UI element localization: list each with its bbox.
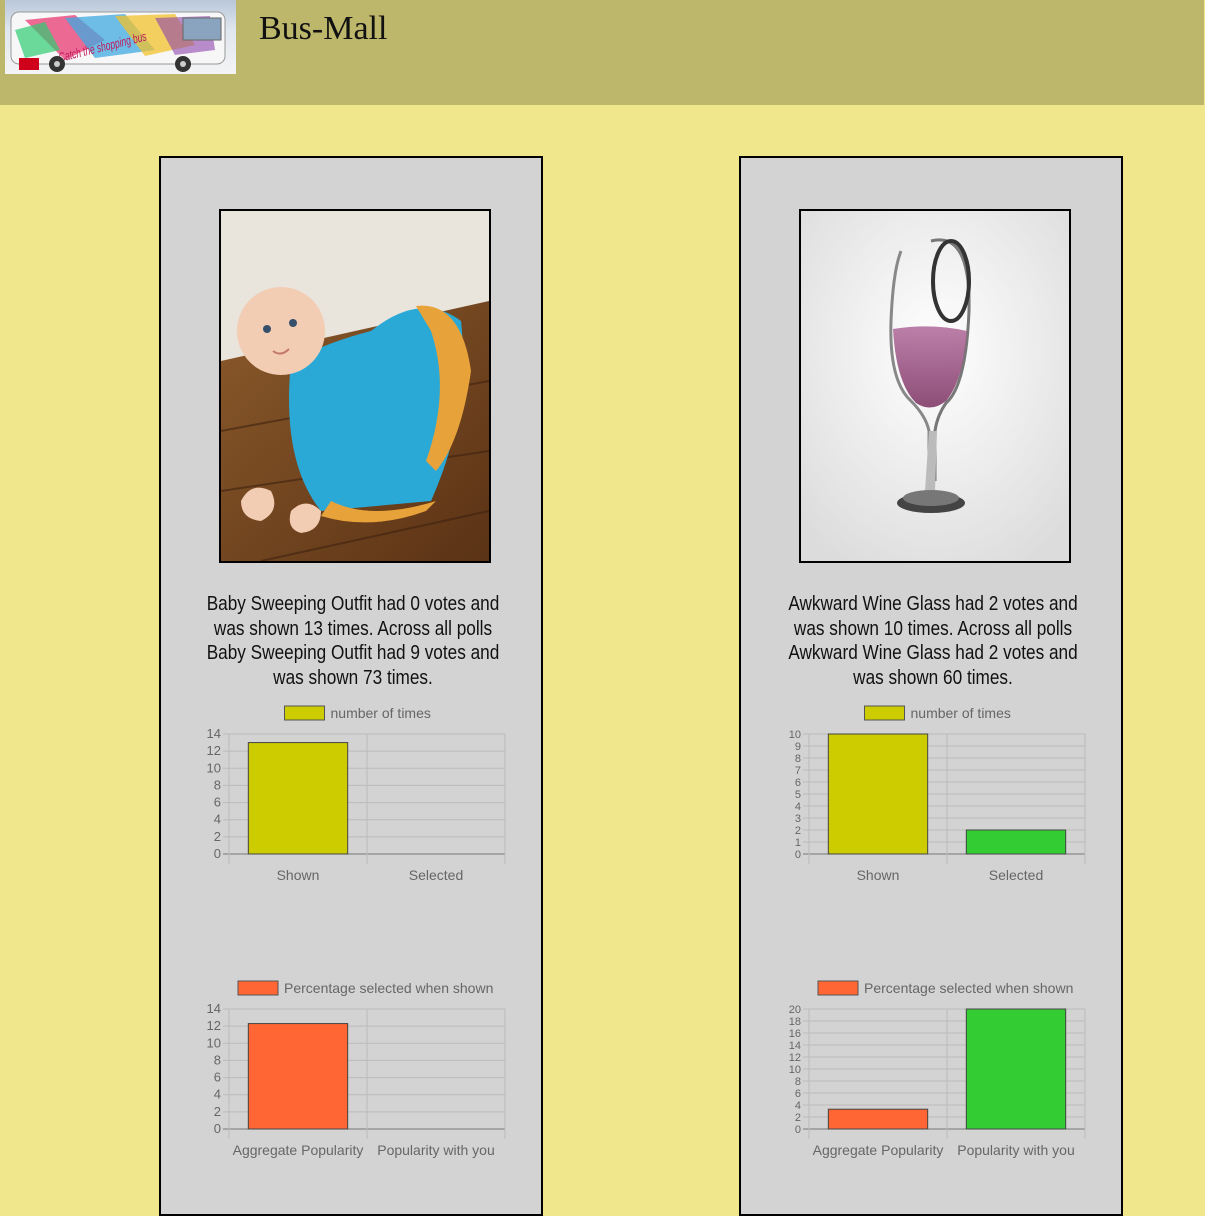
chart-times-shown-left-y-tick-label: 6 [214,795,221,810]
chart-popularity-right: Percentage selected when shown2018161412… [789,980,1086,1158]
bus-logo-image: Catch the shopping bus [5,0,236,74]
chart-popularity-right-y-tick-label: 0 [795,1124,801,1136]
product-caption: Baby Sweeping Outfit had 0 votes and was… [206,593,500,689]
chart-times-shown-left-bar-shown[interactable] [247,742,349,855]
chart-times-shown-right-legend-label: number of times [911,705,1011,721]
chart-times-shown-right-y-tick-label: 1 [795,837,801,849]
chart-popularity-right-y-tick-label: 6 [795,1088,801,1100]
chart-times-shown-left-y-tick-label: 14 [207,726,221,741]
chart-popularity-right-category-label: Aggregate Popularity [813,1142,944,1158]
bus-icon: Catch the shopping bus [10,11,226,72]
chart-popularity-right-y-tick-label: 8 [795,1076,801,1088]
chart-times-shown-left-legend-swatch[interactable] [284,705,325,721]
site-title: Bus-Mall [259,10,388,47]
site-header: Catch the shopping bus Bus-Mall [0,0,1204,105]
chart-popularity-right-y-tick-label: 4 [795,1100,801,1112]
chart-popularity-right-y-tick-label: 14 [789,1040,801,1052]
chart-times-shown-right-y-tick-label: 9 [795,741,801,753]
chart-popularity-left-legend-label: Percentage selected when shown [284,980,493,996]
chart-times-shown-left: number of times 14 12 10 8 6 4 2 0 Shown Selected [207,705,506,883]
chart-popularity-left-bar-aggregate-popularity[interactable] [247,1023,349,1130]
product-caption: Awkward Wine Glass had 2 votes and was s… [788,593,1078,689]
chart-times-shown-right-legend-swatch[interactable] [864,705,905,721]
chart-popularity-right-legend-swatch[interactable] [817,980,859,996]
chart-popularity-left-legend-swatch[interactable] [237,980,279,996]
wine-glass-image[interactable] [799,209,1071,563]
chart-popularity-left-y-tick-label: 0 [214,1121,221,1136]
chart-times-shown-right-bar-shown[interactable] [827,733,929,855]
chart-popularity-left-y-tick-label: 4 [214,1087,221,1102]
chart-popularity-right-y-tick-label: 18 [789,1016,801,1028]
chart-popularity-right-y-tick-label: 16 [789,1028,801,1040]
chart-popularity-left-category-label: Popularity with you [377,1142,495,1158]
chart-popularity-left: Percentage selected when shown 14 12 10 8 6 4 2… [207,980,506,1158]
chart-times-shown-right-y-tick-label: 0 [795,849,801,861]
chart-popularity-right-category-label: Popularity with you [957,1142,1075,1158]
chart-times-shown-right-category-label: Shown [857,867,900,883]
chart-popularity-left-y-tick-label: 8 [214,1052,221,1067]
product-card-awkward-wine-glass: Awkward Wine Glass had 2 votes and was s… [739,156,1123,1216]
chart-times-shown-right-y-tick-label: 7 [795,765,801,777]
chart-popularity-right-legend-label: Percentage selected when shown [864,980,1073,996]
chart-times-shown-left-y-tick-label: 10 [207,760,221,775]
chart-popularity-left-y-tick-label: 14 [207,1001,221,1016]
chart-popularity-left-y-tick-label: 2 [214,1104,221,1119]
chart-times-shown-right-y-tick-label: 3 [795,813,801,825]
chart-times-shown-left-y-tick-label: 12 [207,743,221,758]
chart-popularity-right-y-tick-label: 20 [789,1004,801,1016]
chart-times-shown-right-bar-selected[interactable] [965,829,1067,855]
chart-times-shown-left-category-label: Shown [277,867,320,883]
chart-times-shown-left-y-tick-label: 0 [214,846,221,861]
product-card-baby-sweeping-outfit: Baby Sweeping Outfit had 0 votes and was… [159,156,543,1216]
chart-popularity-left-y-tick-label: 12 [207,1018,221,1033]
chart-popularity-left-category-label: Aggregate Popularity [233,1142,364,1158]
chart-times-shown-left-y-tick-label: 8 [214,777,221,792]
chart-times-shown-right-y-tick-label: 2 [795,825,801,837]
chart-popularity-right-y-tick-label: 2 [795,1112,801,1124]
chart-popularity-right-bar-aggregate-popularity[interactable] [827,1108,929,1130]
chart-times-shown-right-y-tick-label: 6 [795,777,801,789]
chart-times-shown-left-y-tick-label: 2 [214,829,221,844]
chart-popularity-left-y-tick-label: 10 [207,1035,221,1050]
chart-popularity-right-bar-popularity-with-you[interactable] [965,1008,1067,1130]
chart-popularity-right-y-tick-label: 10 [789,1064,801,1076]
chart-times-shown-left-category-label: Selected [409,867,463,883]
chart-times-shown-right-y-tick-label: 4 [795,801,801,813]
baby-crawling-image[interactable] [219,209,491,563]
chart-times-shown-left-y-tick-label: 4 [214,812,221,827]
chart-popularity-right-y-tick-label: 12 [789,1052,801,1064]
chart-times-shown-right-y-tick-label: 5 [795,789,801,801]
chart-times-shown-right: number of times109876543210Shown Selected [789,705,1086,883]
chart-popularity-left-y-tick-label: 6 [214,1070,221,1085]
chart-times-shown-left-legend-label: number of times [331,705,431,721]
chart-times-shown-right-y-tick-label: 10 [789,729,801,741]
chart-times-shown-right-category-label: Selected [989,867,1043,883]
chart-times-shown-right-y-tick-label: 8 [795,753,801,765]
